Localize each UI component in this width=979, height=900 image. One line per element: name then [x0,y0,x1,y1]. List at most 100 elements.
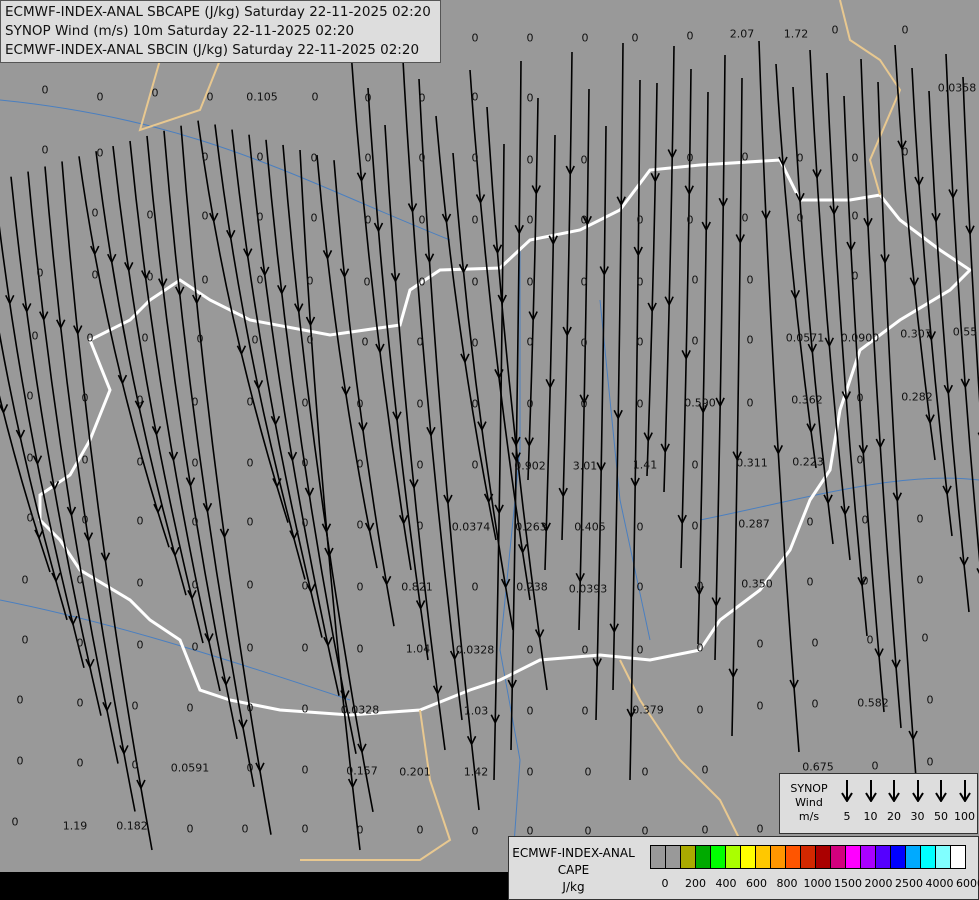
wind-legend-arrow: 20 [883,780,905,823]
cape-zero-label: 0 [856,391,864,405]
streamline-arrowhead [170,546,180,558]
cape-color-swatch [951,846,965,868]
cape-zero-label: 0 [26,451,34,465]
cape-zero-label: 0 [811,636,819,650]
cape-zero-label: 0 [691,334,699,348]
cape-zero-label: 0 [471,397,479,411]
cape-zero-label: 0 [191,456,199,470]
cape-zero-label: 0 [206,90,214,104]
cape-zero-label: 0 [796,211,804,225]
wind-legend-arrow: 100 [954,780,976,823]
cape-zero-label: 0 [471,151,479,165]
cape-zero-label: 0 [696,579,704,593]
cape-zero-label: 0 [191,578,199,592]
cape-tick-label: 2000 [864,877,893,890]
cape-zero-label: 0 [311,90,319,104]
cape-value-label: 0.590 [684,396,716,410]
cape-zero-label: 0 [526,31,534,45]
cape-zero-label: 0 [471,336,479,350]
cape-value-label: 0.821 [401,580,433,594]
cape-value-label: 0.350 [741,577,773,591]
cape-value-label: 0.0571 [785,331,825,345]
wind-speed-label: 30 [910,810,925,823]
streamline [578,88,590,631]
cape-zero-label: 0 [756,699,764,713]
cape-value-label: 0.0358 [937,81,977,95]
cape-ticks: 0 200 400 600 800 100015002000250040006000 [650,877,979,893]
cape-zero-label: 0 [96,146,104,160]
cape-zero-label: 0 [580,336,588,350]
streamline [680,68,692,569]
cape-zero-label: 0 [851,269,859,283]
cape-zero-label: 0 [306,333,314,347]
streamline [561,51,573,541]
cape-zero-label: 0 [256,273,264,287]
cape-zero-label: 0 [91,268,99,282]
cape-zero-label: 0 [136,393,144,407]
cape-color-swatch [891,846,906,868]
cape-zero-label: 0 [418,151,426,165]
cape-color-swatch [711,846,726,868]
streamline [612,42,624,691]
cape-zero-label: 0 [580,397,588,411]
wind-speed-label: 20 [887,810,901,823]
cape-zero-label: 0 [901,23,909,37]
cape-color-swatch [741,846,756,868]
cape-zero-label: 0 [136,638,144,652]
cape-value-label: 0.0591 [170,761,210,775]
map-edge [0,872,508,900]
cape-zero-label: 0 [11,815,19,829]
cape-zero-label: 0 [301,579,309,593]
cape-zero-label: 0 [806,515,814,529]
cape-zero-label: 0 [146,270,154,284]
streamline [0,225,85,669]
cape-zero-label: 0 [581,31,589,45]
cape-zero-label: 0 [246,761,254,775]
streamline [401,41,463,721]
cape-value-label: 1.04 [405,642,431,656]
cape-zero-label: 0 [256,150,264,164]
cape-zero-label: 0 [636,580,644,594]
streamline [367,87,429,661]
cape-zero-label: 0 [696,641,704,655]
cape-value-label: 0.405 [574,520,606,534]
cape-value-label: 0.55 [952,325,978,339]
cape-colorbar [650,845,966,869]
cape-zero-label: 0 [301,456,309,470]
cape-zero-label: 0 [686,29,694,43]
cape-tick-label: 400 [715,877,737,890]
cape-zero-label: 0 [96,90,104,104]
cape-zero-label: 0 [851,151,859,165]
cape-value-label: 0.223 [792,455,824,469]
streamline [646,82,658,477]
cape-zero-label: 0 [471,31,479,45]
cape-zero-label: 0 [580,153,588,167]
cape-zero-label: 0 [364,213,372,227]
cape-zero-label: 0 [631,31,639,45]
cape-zero-label: 0 [16,754,24,768]
cape-zero-label: 0 [526,153,534,167]
cape-zero-label: 0 [356,397,364,411]
cape-zero-label: 0 [686,213,694,227]
cape-zero-label: 0 [241,822,249,836]
streamline [163,130,255,787]
streamline [714,54,726,661]
cape-zero-label: 0 [584,765,592,779]
cape-zero-label: 0 [416,397,424,411]
cape-legend-unit: J/kg [562,880,585,894]
streamline-arrowhead [153,503,163,514]
streamline [595,125,607,721]
cape-zero-label: 0 [81,513,89,527]
cape-zero-label: 0 [686,151,694,165]
cape-value-label: 0.0328 [340,703,380,717]
cape-zero-label: 0 [526,91,534,105]
cape-zero-label: 0 [916,573,924,587]
cape-value-label: 0.0900 [840,331,880,345]
cape-zero-label: 0 [526,704,534,718]
cape-color-swatch [936,846,951,868]
cape-value-label: 0.362 [791,393,823,407]
cape-zero-label: 0 [141,331,149,345]
cape-zero-label: 0 [301,641,309,655]
streamline-arrowhead [85,658,95,669]
cape-zero-label: 0 [21,633,29,647]
